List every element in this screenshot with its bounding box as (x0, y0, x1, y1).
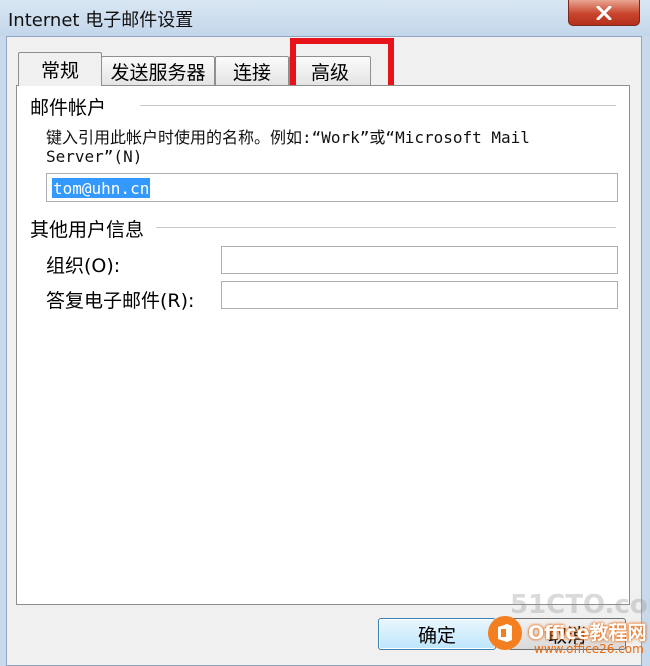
ok-button[interactable]: 确定 (378, 618, 496, 650)
reply-email-label: 答复电子邮件(R): (46, 290, 195, 312)
tab-outgoing-server[interactable]: 发送服务器 (101, 56, 215, 85)
close-icon (596, 5, 612, 20)
watermark-office26-url: www.office26.com (534, 642, 644, 656)
account-name-description: 键入引用此帐户时使用的名称。例如:“Work”或“Microsoft Mail … (46, 128, 540, 166)
window-title: Internet 电子邮件设置 (8, 10, 194, 31)
account-name-value: tom@uhn.cn (52, 177, 151, 198)
other-info-heading: 其他用户信息 (30, 215, 153, 242)
reply-email-input[interactable] (221, 281, 618, 309)
watermark-office26: Office教程网 (528, 622, 647, 644)
close-button[interactable] (568, 0, 640, 26)
group-divider (140, 105, 616, 107)
tab-general[interactable]: 常规 (18, 52, 102, 86)
organization-input[interactable] (221, 246, 618, 274)
office-logo-icon (488, 616, 522, 650)
ok-button-label: 确定 (417, 624, 456, 647)
tab-connection[interactable]: 连接 (215, 56, 289, 85)
tab-general-label: 常规 (40, 60, 79, 82)
title-bar: Internet 电子邮件设置 (0, 0, 650, 36)
group-divider (156, 227, 616, 229)
watermark-51cto: 51CTO.com (510, 590, 650, 620)
account-name-input[interactable]: tom@uhn.cn (46, 173, 618, 202)
mail-account-heading: 邮件帐户 (30, 93, 115, 120)
organization-label: 组织(O): (46, 255, 121, 277)
tab-outgoing-server-label: 发送服务器 (110, 61, 206, 84)
tab-connection-label: 连接 (232, 61, 271, 84)
